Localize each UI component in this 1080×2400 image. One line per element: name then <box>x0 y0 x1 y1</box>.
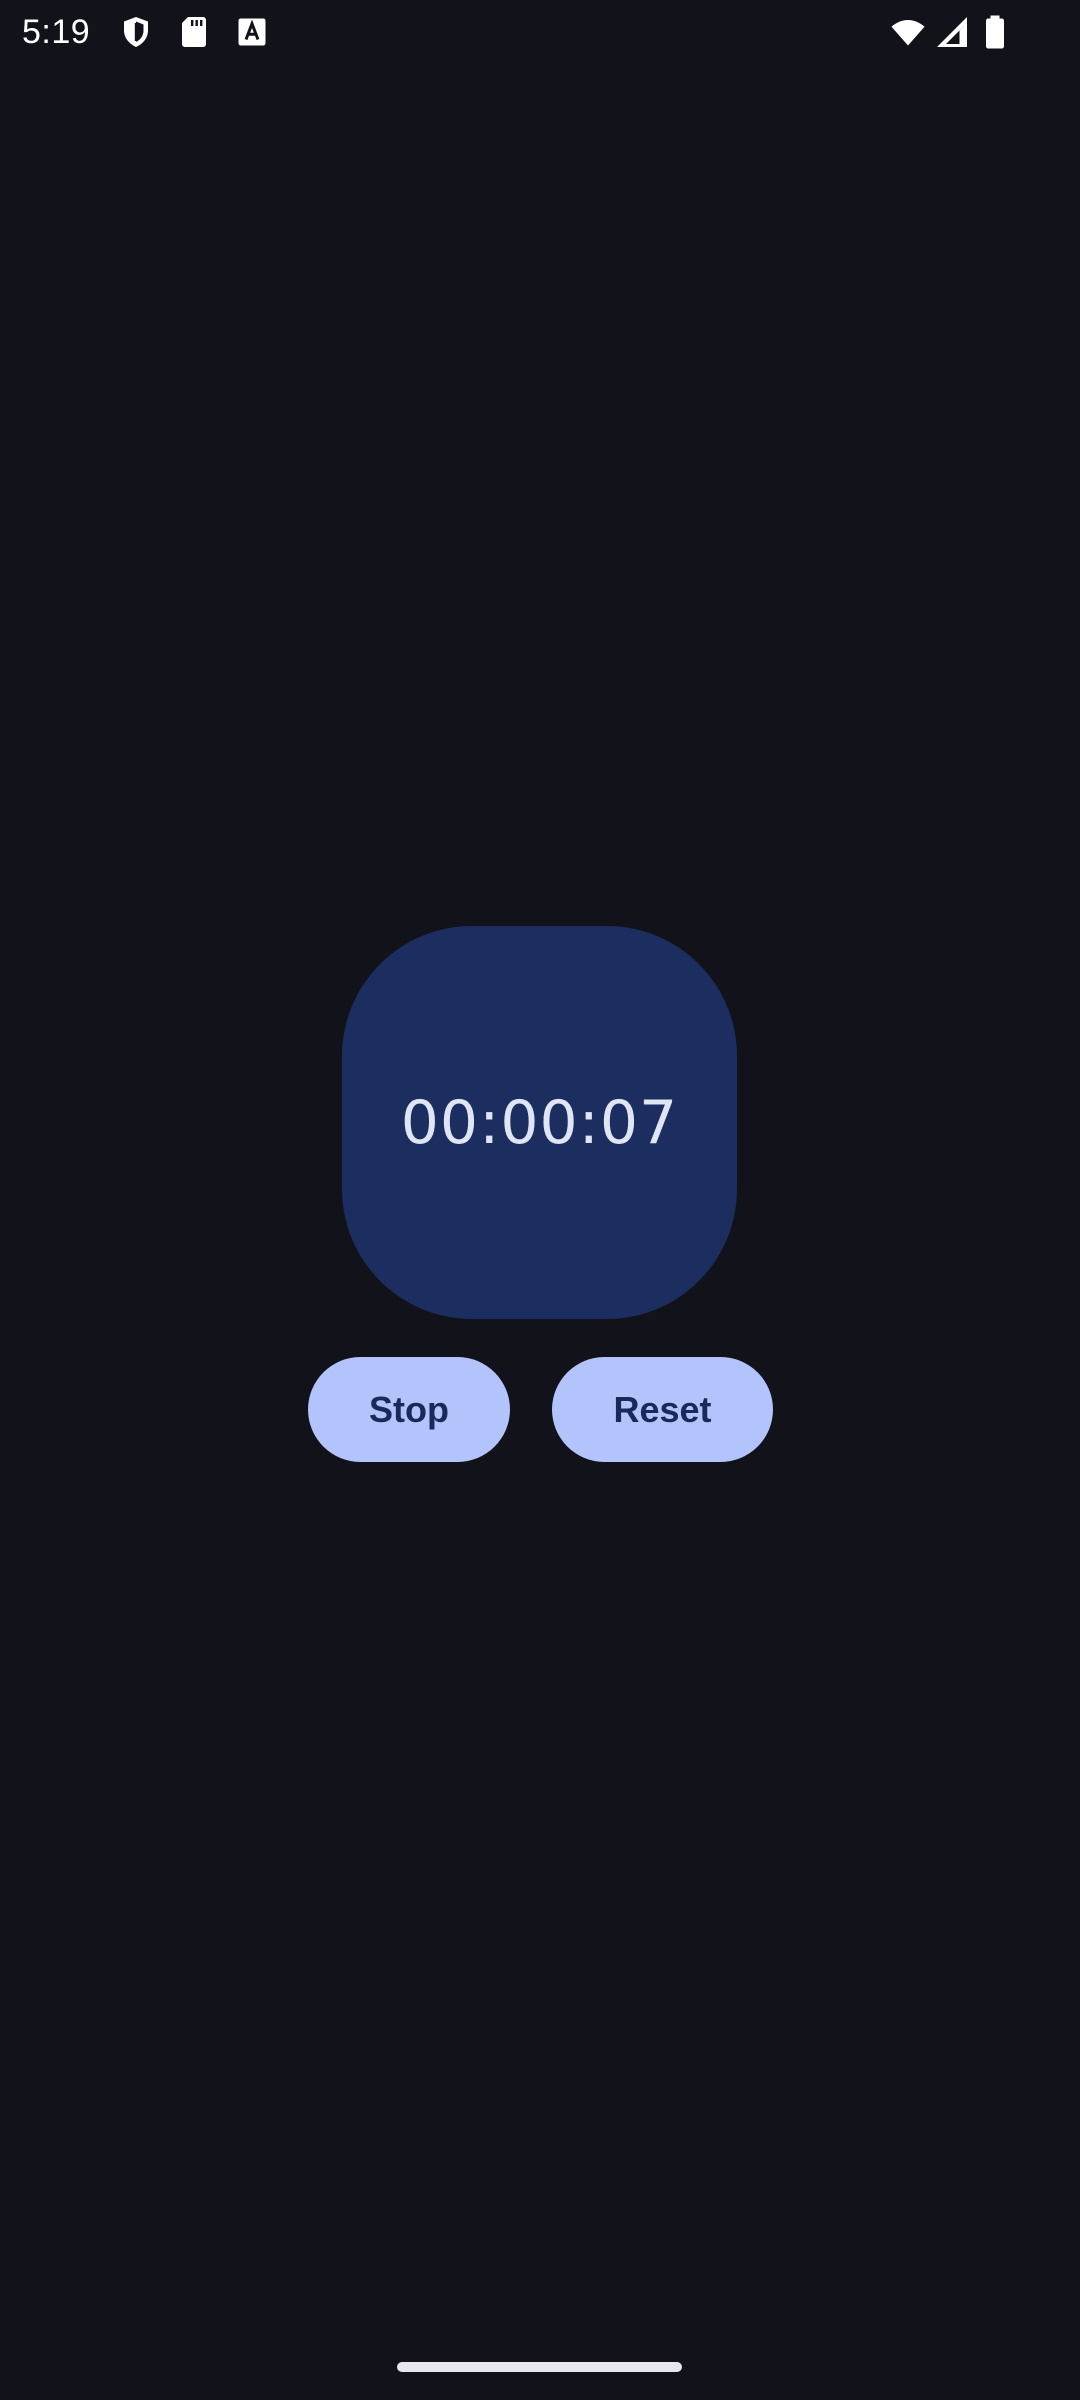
reset-button[interactable]: Reset <box>552 1357 773 1462</box>
sd-card-icon <box>176 14 212 50</box>
battery-icon <box>982 14 1008 50</box>
stopwatch-display: 00:00:07 <box>342 926 737 1319</box>
status-bar: 5:19 <box>0 0 1080 64</box>
font-a-icon <box>234 14 270 50</box>
gesture-nav-handle[interactable] <box>397 2362 682 2372</box>
elapsed-time: 00:00:07 <box>400 1087 679 1158</box>
wifi-icon <box>888 14 928 50</box>
app-screen: 5:19 00:00:07 Stop Reset <box>0 0 1080 2400</box>
shield-icon <box>118 14 154 50</box>
stop-button[interactable]: Stop <box>308 1357 510 1462</box>
signal-icon <box>934 14 970 50</box>
status-time: 5:19 <box>22 13 91 51</box>
